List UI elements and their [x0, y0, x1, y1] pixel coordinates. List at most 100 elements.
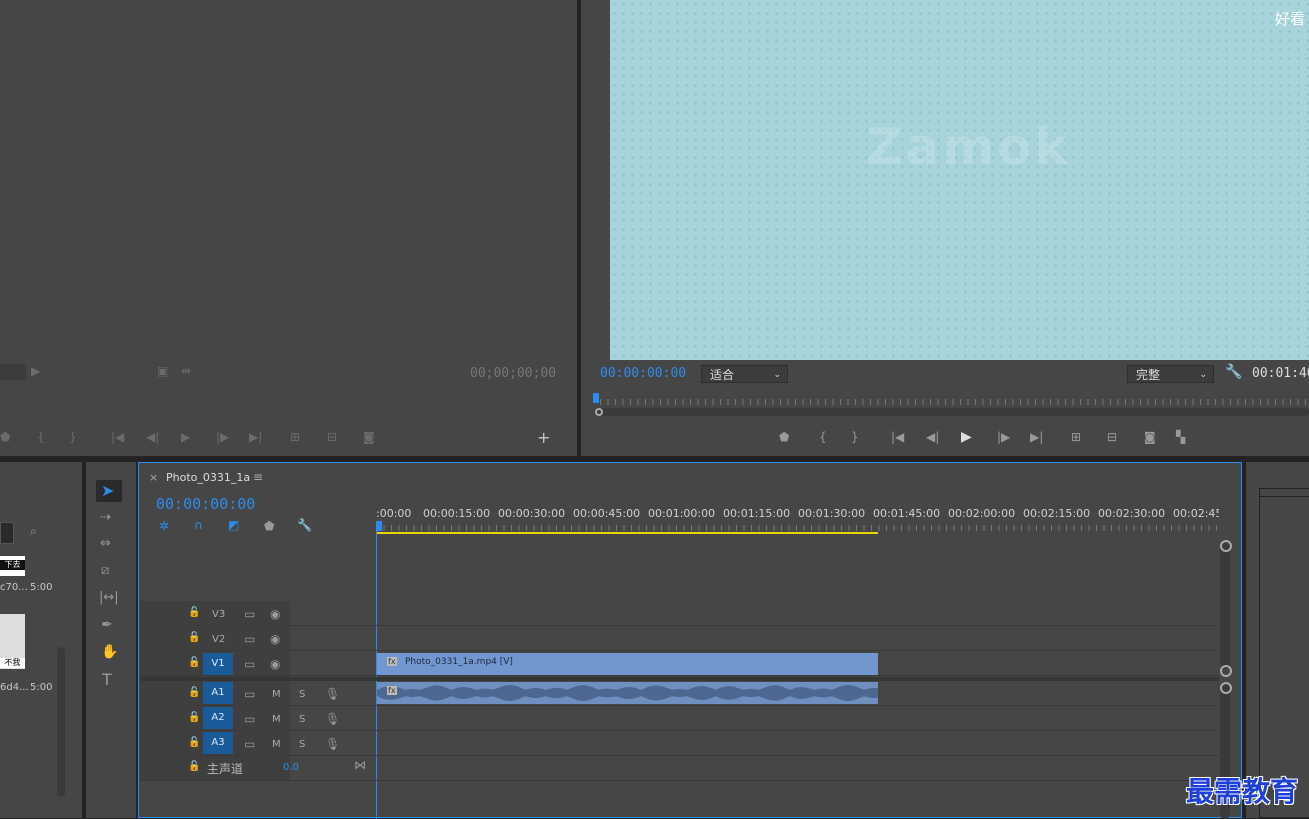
- program-timecode[interactable]: 00:00:00:00: [600, 366, 686, 381]
- extract-icon[interactable]: ⊟: [1107, 430, 1117, 444]
- source-step-forward-icon[interactable]: |▶: [216, 430, 229, 444]
- export-frame-icon[interactable]: ◙: [1144, 430, 1156, 444]
- master-lock-icon[interactable]: 🔓: [188, 761, 200, 772]
- v1-sync-icon[interactable]: ▭: [244, 657, 255, 671]
- source-export-frame-icon[interactable]: ◙: [363, 430, 375, 444]
- program-playhead[interactable]: [593, 393, 599, 403]
- go-to-out-icon[interactable]: ▶|: [1030, 430, 1043, 444]
- source-play-icon[interactable]: ▶: [181, 430, 190, 444]
- timeline-close-icon[interactable]: ×: [149, 471, 158, 484]
- a1-lock-icon[interactable]: 🔓: [188, 687, 200, 698]
- master-volume-value[interactable]: 0.0: [283, 762, 299, 773]
- add-marker-icon[interactable]: ⬟: [264, 519, 274, 533]
- master-go-to-end-icon[interactable]: ⋈: [354, 758, 366, 772]
- v3-lock-icon[interactable]: 🔓: [188, 607, 200, 618]
- v2-label[interactable]: V2: [212, 634, 225, 645]
- program-settings-wrench-icon[interactable]: 🔧: [1225, 364, 1242, 380]
- source-marker-icon[interactable]: ⬟: [0, 430, 10, 444]
- video-clip[interactable]: fx Photo_0331_1a.mp4 [V]: [377, 653, 878, 675]
- a3-sync-icon[interactable]: ▭: [244, 737, 255, 751]
- v2-sync-icon[interactable]: ▭: [244, 632, 255, 646]
- hand-tool-icon[interactable]: ✋: [101, 644, 118, 660]
- timeline-tab-title[interactable]: Photo_0331_1a: [166, 471, 250, 484]
- nest-sequence-icon[interactable]: ✲: [159, 519, 169, 533]
- timeline-timecode[interactable]: 00:00:00:00: [156, 495, 255, 513]
- a2-mic-icon[interactable]: 🎙: [325, 712, 340, 726]
- selection-tool-icon[interactable]: ➤: [101, 481, 114, 500]
- source-go-to-in-icon[interactable]: |◀: [111, 430, 124, 444]
- a1-solo[interactable]: S: [299, 689, 305, 700]
- program-zoom-handle[interactable]: [595, 408, 603, 416]
- timeline-playhead-head[interactable]: [376, 521, 382, 531]
- v1-lock-icon[interactable]: 🔓: [188, 657, 200, 668]
- go-to-in-icon[interactable]: |◀: [891, 430, 904, 444]
- safe-margins-icon[interactable]: ▣: [157, 364, 168, 378]
- step-forward-icon[interactable]: |▶: [997, 430, 1010, 444]
- pen-tool-icon[interactable]: ✒: [101, 617, 113, 633]
- video-scroll-handle-bottom[interactable]: [1220, 665, 1232, 677]
- source-mark-in-icon[interactable]: {: [37, 430, 45, 444]
- project-find-icon[interactable]: ⌕: [30, 524, 37, 539]
- source-dropdown[interactable]: [0, 364, 26, 380]
- marker-icon[interactable]: ⬟: [779, 430, 789, 444]
- timeline-ruler[interactable]: :00:00 00:00:15:00 00:00:30:00 00:00:45:…: [376, 503, 1219, 539]
- trim-icon[interactable]: ⇹: [181, 364, 191, 378]
- a3-mic-icon[interactable]: 🎙: [325, 737, 340, 751]
- source-insert-icon[interactable]: ⊞: [290, 430, 300, 444]
- play-icon[interactable]: ▶: [961, 429, 972, 445]
- a1-sync-icon[interactable]: ▭: [244, 687, 255, 701]
- a3-label[interactable]: A3: [203, 732, 233, 754]
- type-tool-icon[interactable]: T: [102, 670, 112, 689]
- timeline-settings-wrench-icon[interactable]: 🔧: [297, 518, 312, 532]
- v3-sync-icon[interactable]: ▭: [244, 607, 255, 621]
- v1-label[interactable]: V1: [203, 653, 233, 675]
- source-overwrite-icon[interactable]: ⊟: [327, 430, 337, 444]
- mark-in-icon[interactable]: {: [819, 430, 827, 444]
- v2-lock-icon[interactable]: 🔓: [188, 632, 200, 643]
- v3-eye-icon[interactable]: ◉: [270, 607, 280, 621]
- track-select-tool-icon[interactable]: ⇢: [100, 510, 111, 525]
- fit-select[interactable]: 适合 ⌄: [701, 365, 788, 383]
- a2-label[interactable]: A2: [203, 707, 233, 729]
- a3-solo[interactable]: S: [299, 739, 305, 750]
- lift-icon[interactable]: ⊞: [1071, 430, 1081, 444]
- a2-solo[interactable]: S: [299, 714, 305, 725]
- quality-select[interactable]: 完整 ⌄: [1127, 365, 1214, 383]
- linked-selection-icon[interactable]: ◩: [228, 518, 239, 532]
- a2-sync-icon[interactable]: ▭: [244, 712, 255, 726]
- source-go-to-out-icon[interactable]: ▶|: [249, 430, 262, 444]
- source-next-icon[interactable]: ▶: [31, 364, 40, 378]
- a1-mic-icon[interactable]: 🎙: [325, 687, 340, 701]
- ripple-edit-tool-icon[interactable]: ⇔: [100, 536, 111, 551]
- snap-magnet-icon[interactable]: ∩: [194, 518, 203, 532]
- source-mark-out-icon[interactable]: }: [69, 430, 77, 444]
- razor-tool-icon[interactable]: ⧄: [101, 563, 109, 578]
- audio-clip[interactable]: fx: [377, 682, 878, 704]
- v3-label[interactable]: V3: [212, 609, 225, 620]
- project-scrollbar[interactable]: [57, 647, 65, 797]
- v2-eye-icon[interactable]: ◉: [270, 632, 280, 646]
- project-item-thumb-1[interactable]: 下去: [0, 556, 25, 576]
- mark-out-icon[interactable]: }: [851, 430, 859, 444]
- work-area-bar[interactable]: [376, 532, 878, 534]
- a3-lock-icon[interactable]: 🔓: [188, 737, 200, 748]
- slip-tool-icon[interactable]: |↔|: [99, 590, 119, 605]
- step-back-icon[interactable]: ◀|: [926, 430, 939, 444]
- program-zoom-bar[interactable]: [596, 408, 1309, 416]
- audio-scroll-handle-top[interactable]: [1220, 682, 1232, 694]
- video-tracks-scrollbar[interactable]: [1220, 543, 1230, 669]
- project-search-input[interactable]: [0, 522, 14, 544]
- project-item-thumb-2[interactable]: 不我: [0, 614, 25, 669]
- a1-mute[interactable]: M: [272, 689, 281, 700]
- a3-mute[interactable]: M: [272, 739, 281, 750]
- a1-label[interactable]: A1: [203, 682, 233, 704]
- a2-mute[interactable]: M: [272, 714, 281, 725]
- source-add-button-icon[interactable]: +: [537, 428, 550, 447]
- v1-eye-icon[interactable]: ◉: [270, 657, 280, 671]
- program-scrub-ruler[interactable]: [600, 399, 1309, 405]
- compare-icon[interactable]: ▚: [1176, 430, 1185, 444]
- source-step-back-icon[interactable]: ◀|: [146, 430, 159, 444]
- video-scroll-handle-top[interactable]: [1220, 540, 1232, 552]
- timeline-menu-icon[interactable]: ≡: [253, 470, 263, 484]
- a2-lock-icon[interactable]: 🔓: [188, 712, 200, 723]
